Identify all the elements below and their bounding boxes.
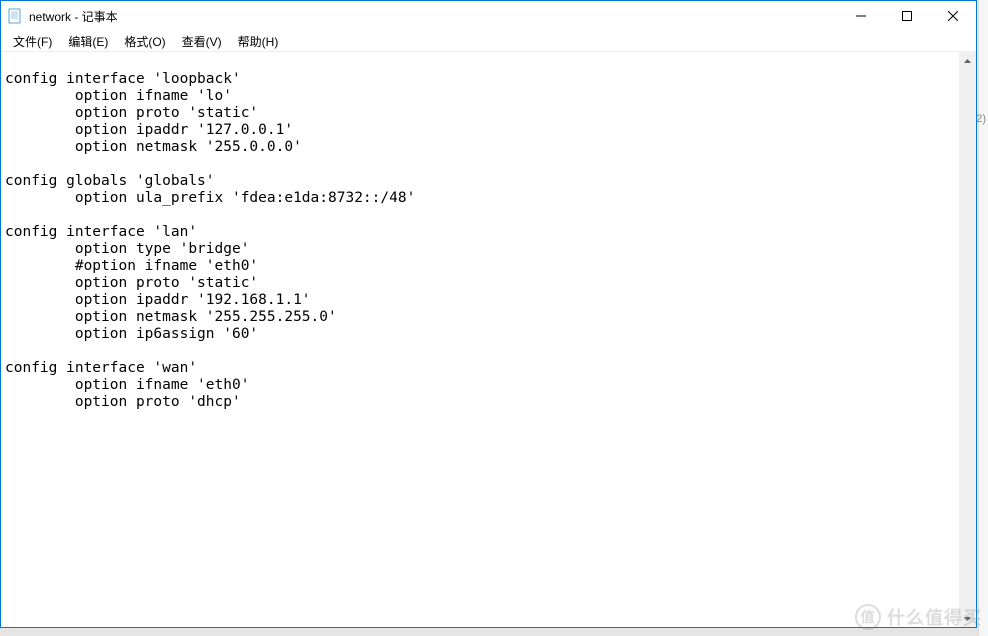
- titlebar[interactable]: network - 记事本: [1, 1, 976, 31]
- scroll-up-arrow[interactable]: [959, 52, 976, 69]
- menu-file[interactable]: 文件(F): [5, 31, 60, 52]
- menubar: 文件(F) 编辑(E) 格式(O) 查看(V) 帮助(H): [1, 31, 976, 52]
- background-edge: 2): [978, 0, 988, 636]
- text-editor[interactable]: config interface 'loopback' option ifnam…: [1, 52, 959, 627]
- scrollbar-track[interactable]: [959, 69, 976, 610]
- minimize-button[interactable]: [838, 1, 884, 31]
- editor-container: config interface 'loopback' option ifnam…: [1, 52, 976, 627]
- close-button[interactable]: [930, 1, 976, 31]
- notepad-window: network - 记事本 文件(F) 编辑(E) 格式(O) 查看(V) 帮助…: [0, 0, 977, 628]
- window-title: network - 记事本: [29, 8, 838, 25]
- scroll-down-arrow[interactable]: [959, 610, 976, 627]
- window-controls: [838, 1, 976, 31]
- menu-edit[interactable]: 编辑(E): [60, 31, 116, 52]
- menu-help[interactable]: 帮助(H): [230, 31, 287, 52]
- maximize-button[interactable]: [884, 1, 930, 31]
- background-edge-label: 2): [976, 113, 986, 125]
- menu-format[interactable]: 格式(O): [116, 31, 173, 52]
- vertical-scrollbar[interactable]: [959, 52, 976, 627]
- menu-view[interactable]: 查看(V): [174, 31, 230, 52]
- notepad-icon: [7, 8, 23, 24]
